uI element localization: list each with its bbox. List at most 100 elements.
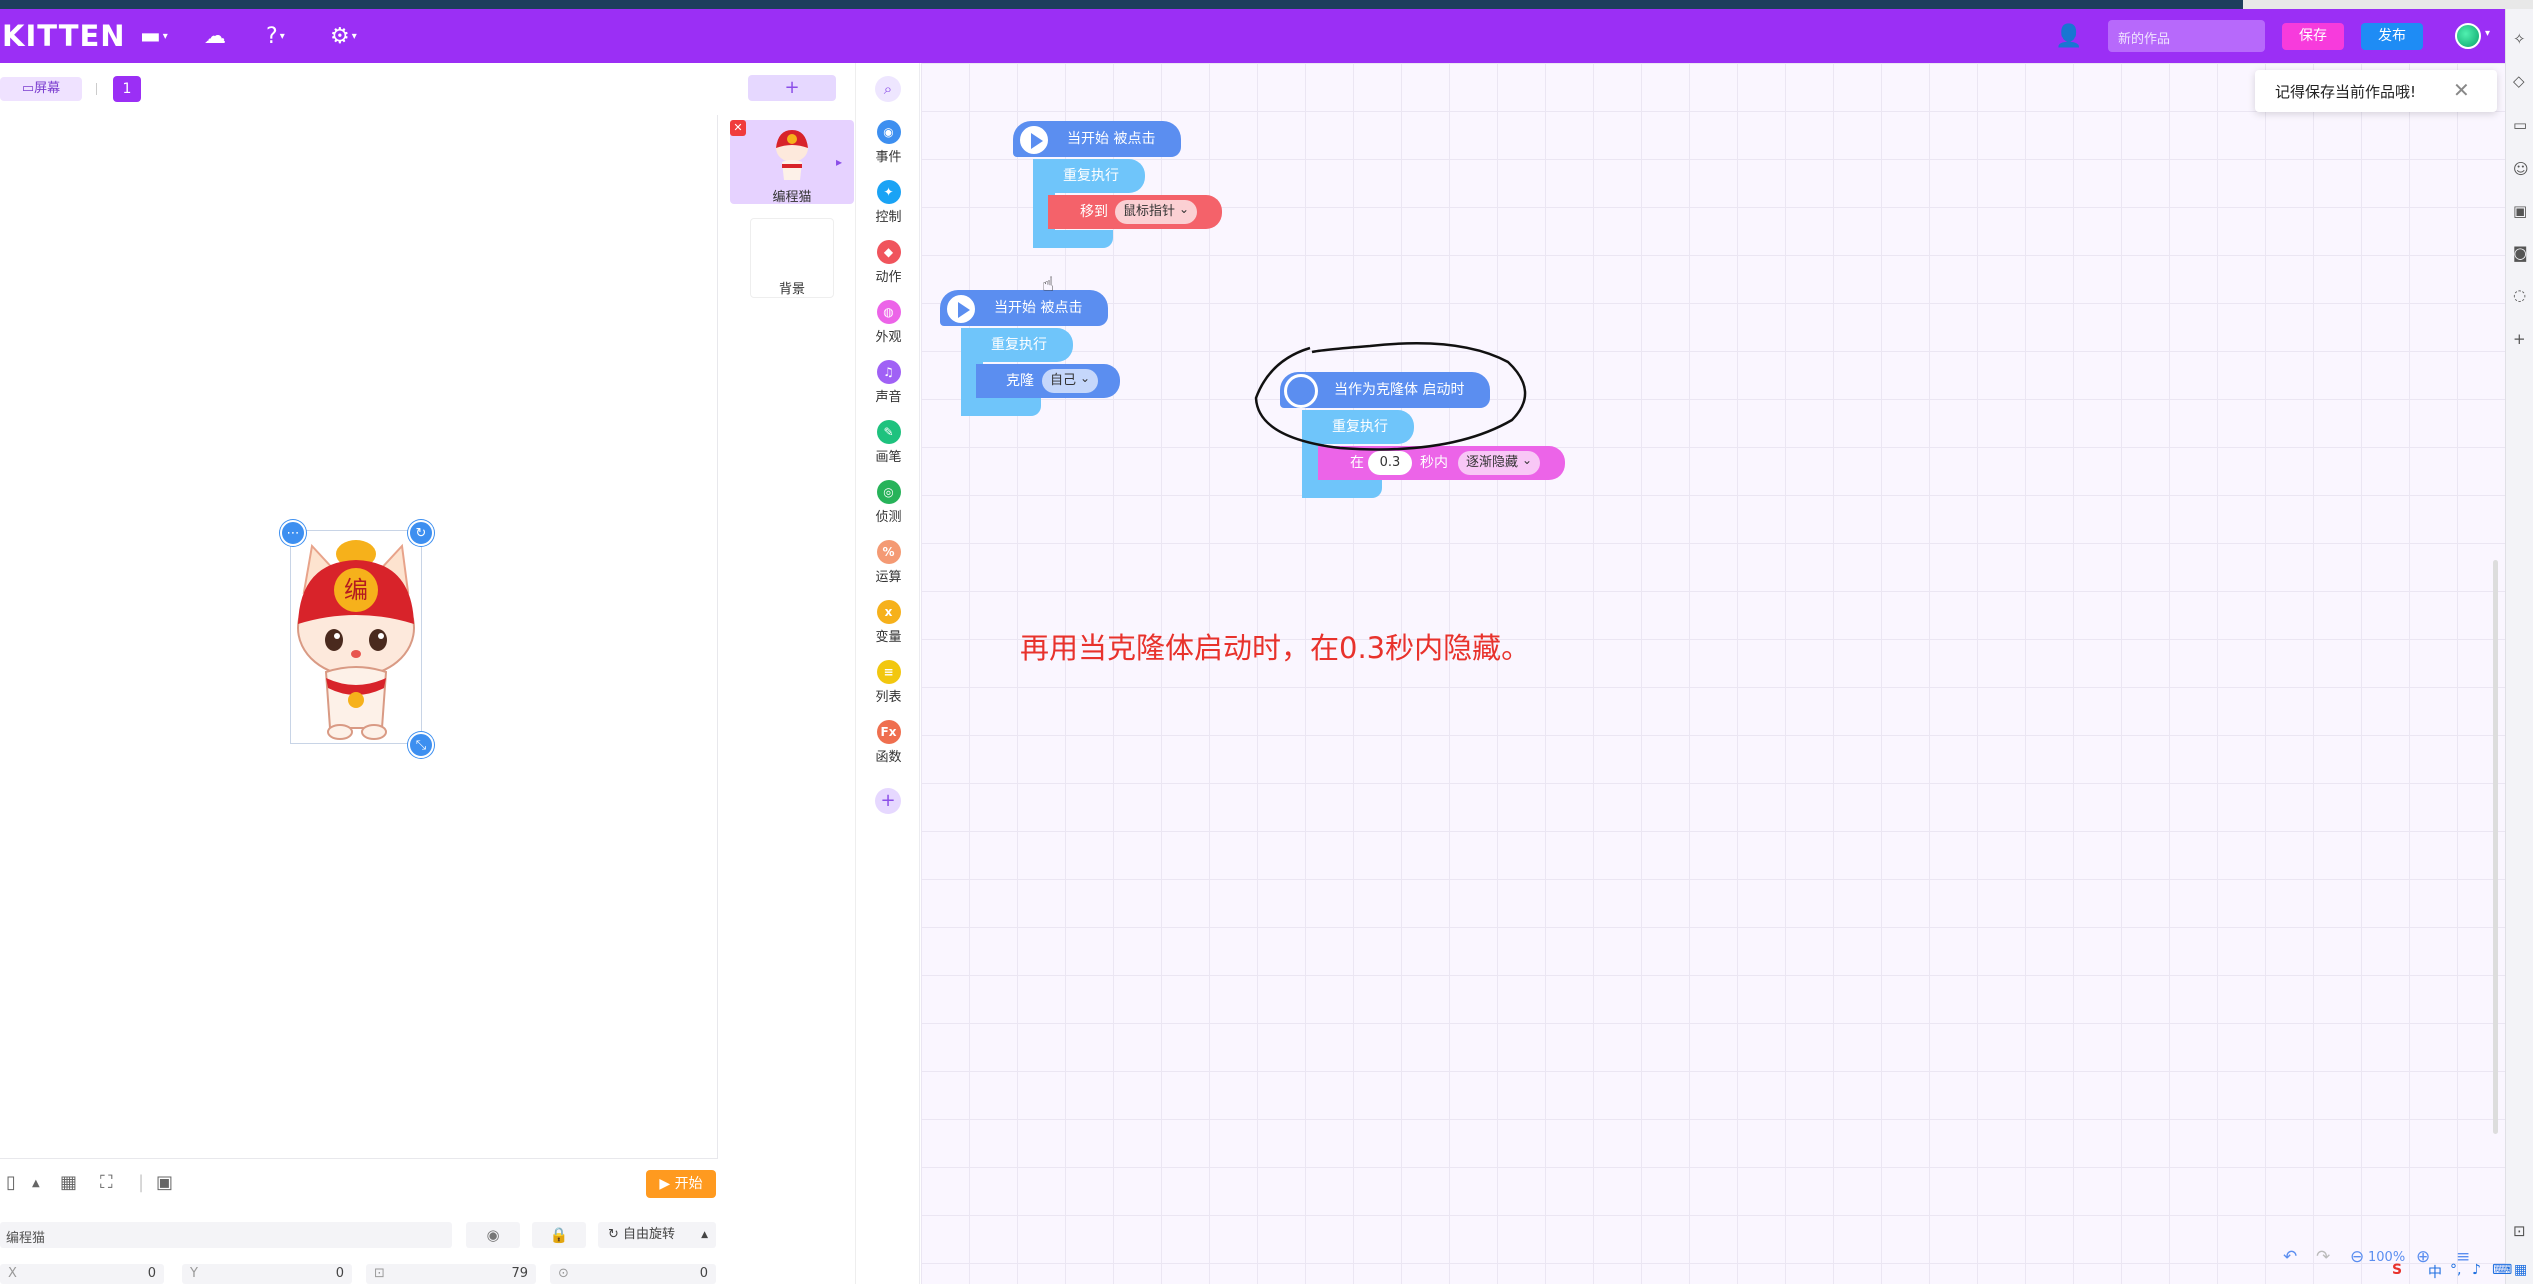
ime-mode-icon[interactable]: 中 [2428,1262,2442,1282]
dropdown-value: 鼠标指针 [1123,204,1176,219]
code-workspace[interactable] [921,63,2505,1284]
file-menu-icon[interactable]: ▬ ▾ [140,20,168,52]
keyboard-icon[interactable]: ⌨ [2492,1262,2512,1278]
search-icon[interactable]: ⌕ [875,76,901,102]
when-start-clicked-block[interactable]: 当开始 被点击 [1013,121,1181,157]
sidebar-tag-icon[interactable]: ◇ [2513,72,2525,90]
help-menu-icon[interactable]: ? ▾ [266,20,285,52]
play-icon [944,292,978,326]
add-extension-button[interactable]: + [875,788,901,814]
close-icon[interactable]: ✕ [2453,78,2470,102]
grid-icon[interactable]: ▦ [60,1172,77,1193]
toast-message: 记得保存当前作品哦! [2275,83,2417,101]
category-label: 函数 [875,750,902,765]
annotation-circle [1254,342,1527,451]
work-title-input[interactable]: 新的作品 [2108,20,2265,52]
repeat-forever-block[interactable]: 重复执行 [1033,159,1145,193]
start-label: 开始 [674,1176,703,1192]
stage-size-caret-icon[interactable]: ▲ [32,1178,40,1189]
microphone-icon[interactable]: ♪ [2472,1262,2481,1278]
category-item[interactable]: ◍ 外观 [857,300,920,345]
x-label: X [8,1266,17,1281]
category-item[interactable]: ✦ 控制 [857,180,920,225]
x-field[interactable]: X0 [0,1264,164,1284]
when-start-clicked-block[interactable]: 当开始 被点击 [940,290,1108,326]
zoom-out-icon[interactable]: ⊖ [2350,1247,2364,1267]
repeat-forever-block[interactable]: 重复执行 [961,328,1073,362]
y-field[interactable]: Y0 [182,1264,352,1284]
delete-sprite-icon[interactable]: ✕ [730,120,746,136]
sogou-icon[interactable]: S [2392,1262,2402,1278]
undo-icon[interactable]: ↶ [2283,1247,2297,1267]
save-button[interactable]: 保存 [2282,23,2344,50]
stage-size-icon[interactable]: ▯ [6,1172,16,1193]
category-label: 侦测 [875,510,902,525]
size-icon: ⊡ [374,1266,385,1281]
play-preview-icon[interactable]: ▣ [156,1172,173,1193]
sidebar-people-icon[interactable]: ☺ [2513,160,2529,178]
category-icon: ◉ [876,120,901,144]
size-field[interactable]: ⊡ 79 [366,1264,536,1284]
rotation-mode-select[interactable]: ↻ 自由旋转 ▲ [598,1222,716,1248]
sprite-more-handle-icon[interactable]: ⋯ [280,520,306,546]
direction-field[interactable]: ⊙ 0 [550,1264,716,1284]
lock-toggle[interactable]: 🔒 [532,1222,586,1248]
category-item[interactable]: ◆ 动作 [857,240,920,285]
category-item[interactable]: ≡ 列表 [857,660,920,705]
sidebar-bell-icon[interactable]: ◌ [2513,286,2526,304]
category-icon: Fx [876,720,901,744]
category-item[interactable]: x 变量 [857,600,920,645]
move-target-dropdown[interactable]: 鼠标指针 [1115,197,1198,224]
category-label: 变量 [875,630,902,645]
screen-toggle-button[interactable]: ▭屏幕 [0,77,82,101]
sidebar-expand-icon[interactable]: ⊡ [2513,1222,2526,1240]
sidebar-office-icon[interactable]: ▣ [2513,202,2527,220]
sprite-name-field[interactable]: 编程猫 [0,1222,452,1248]
screen-icon: ▭ [21,81,35,96]
add-sprite-button[interactable]: + [748,75,836,101]
avatar-menu-caret-icon[interactable]: ▾ [2485,28,2490,39]
sprite-cat-image[interactable]: 编 [290,532,422,744]
annotation-text: 再用当克隆体启动时，在0.3秒内隐藏。 [1020,631,1531,665]
visibility-toggle[interactable]: ◉ [466,1222,520,1248]
scene-page-number[interactable]: 1 [113,76,141,102]
add-collaborator-icon[interactable]: 👤 [2055,20,2082,52]
start-button[interactable]: ▶ 开始 [646,1170,716,1198]
divider [96,83,97,95]
app-logo: KITTEN [2,19,126,53]
screen-label: 屏幕 [34,81,61,96]
sidebar-pin-icon[interactable]: ✧ [2513,30,2526,48]
loop-foot [1033,230,1113,248]
svg-text:编: 编 [344,576,368,604]
workspace-scrollbar[interactable] [2493,560,2498,1134]
category-item[interactable]: ◉ 事件 [857,120,920,165]
settings-menu-icon[interactable]: ⚙ ▾ [330,20,357,52]
sidebar-outlook-icon[interactable]: ◙ [2513,244,2528,262]
category-icon: ≡ [876,660,901,684]
category-item[interactable]: ✎ 画笔 [857,420,920,465]
punctuation-icon[interactable]: °, [2450,1262,2461,1278]
category-icon: ◆ [876,240,901,264]
chevron-right-icon[interactable]: ▸ [836,155,842,169]
avatar[interactable] [2455,23,2481,49]
direction-icon: ⊙ [558,1266,569,1281]
play-icon [1017,123,1051,157]
cloud-icon[interactable]: ☁ [204,20,226,52]
sprite-resize-handle-icon[interactable]: ⤡ [408,732,434,758]
grid-tray-icon[interactable]: ▦ [2514,1262,2527,1278]
block-label: 当开始 被点击 [1067,131,1156,147]
redo-icon[interactable]: ↷ [2316,1247,2330,1267]
sidebar-add-icon[interactable]: + [2513,330,2526,348]
category-item[interactable]: ♫ 声音 [857,360,920,405]
sidebar-briefcase-icon[interactable]: ▭ [2513,116,2527,134]
category-item[interactable]: % 运算 [857,540,920,585]
category-item[interactable]: ◎ 侦测 [857,480,920,525]
sprite-rotate-handle-icon[interactable]: ↻ [408,520,434,546]
block-label: 移到 [1080,204,1108,220]
publish-button[interactable]: 发布 [2361,23,2423,50]
clone-target-dropdown[interactable]: 自己 [1042,366,1099,393]
category-label: 运算 [875,570,902,585]
category-item[interactable]: Fx 函数 [857,720,920,765]
category-label: 动作 [875,270,902,285]
fullscreen-icon[interactable]: ⛶ [100,1172,113,1193]
